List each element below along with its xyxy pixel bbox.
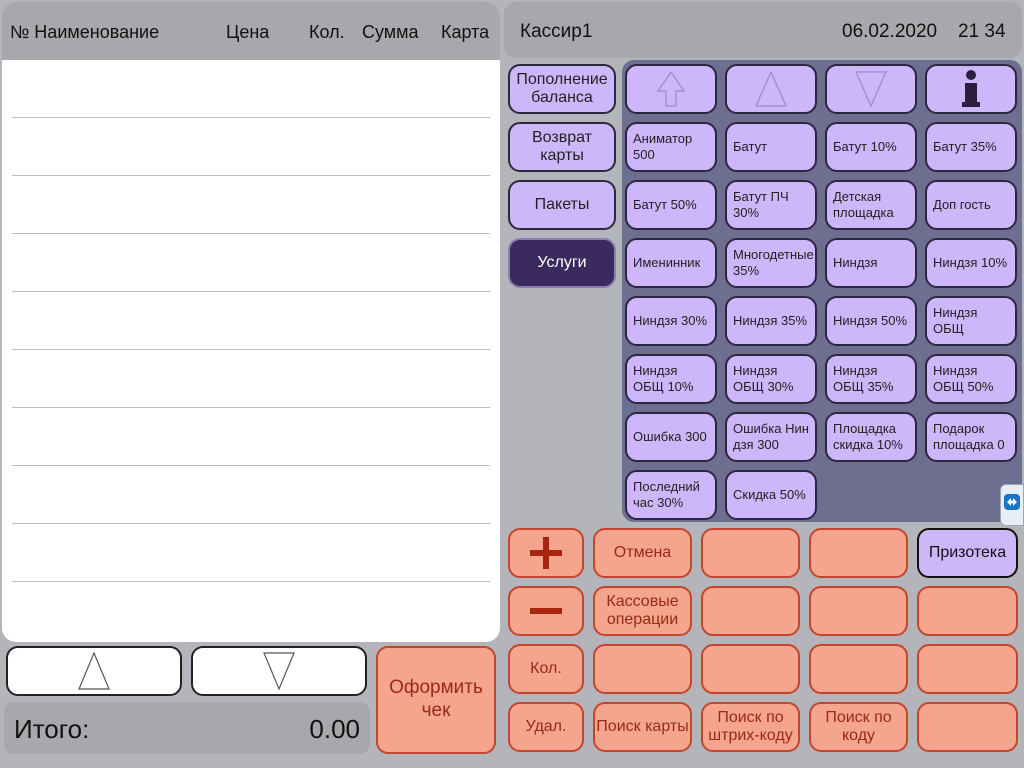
page-up-button[interactable] [725, 64, 817, 114]
service-button[interactable]: Аниматор 500 [625, 122, 717, 172]
empty-control-button[interactable] [593, 644, 692, 694]
teamviewer-icon [1004, 494, 1020, 510]
column-card: Карта [441, 22, 490, 42]
current-date: 06.02.2020 [842, 21, 938, 42]
table-row[interactable] [12, 582, 490, 640]
plus-icon [530, 537, 562, 569]
table-row[interactable] [12, 118, 490, 176]
empty-control-button[interactable] [809, 586, 908, 636]
service-button[interactable]: Ниндзя [825, 238, 917, 288]
search-card-button[interactable]: Поиск карты [593, 702, 692, 752]
service-button[interactable]: Ниндзя ОБЩ 10% [625, 354, 717, 404]
info-icon [962, 70, 980, 107]
service-button[interactable]: Доп гость [925, 180, 1017, 230]
receipt-scroll-down-button[interactable] [191, 646, 367, 696]
service-button[interactable]: Подарок площадка 0 [925, 412, 1017, 462]
service-button[interactable]: Детская площадка [825, 180, 917, 230]
service-button[interactable]: Ниндзя ОБЩ 30% [725, 354, 817, 404]
empty-control-button[interactable] [917, 644, 1018, 694]
arrow-up-icon [78, 651, 110, 690]
plus-button[interactable] [508, 528, 584, 578]
page-first-button[interactable] [625, 64, 717, 114]
table-row[interactable] [12, 176, 490, 234]
cashier-name: Кассир1 [520, 21, 593, 42]
table-row[interactable] [12, 234, 490, 292]
cancel-button[interactable]: Отмена [593, 528, 692, 578]
minus-button[interactable] [508, 586, 584, 636]
service-button[interactable]: Батут [725, 122, 817, 172]
empty-control-button[interactable] [701, 586, 800, 636]
column-number-name: № Наименование [10, 22, 160, 42]
category-card-return[interactable]: Возврат карты [508, 122, 616, 172]
receipt-table: № Наименование Цена Кол. Сумма Карта [2, 2, 500, 642]
service-button[interactable]: Ниндзя 10% [925, 238, 1017, 288]
service-button[interactable]: Ошибка Нин дзя 300 [725, 412, 817, 462]
empty-control-button[interactable] [917, 702, 1018, 752]
table-row[interactable] [12, 466, 490, 524]
empty-control-button[interactable] [917, 586, 1018, 636]
minus-icon [530, 608, 562, 614]
search-barcode-button[interactable]: Поиск по штрих-коду [701, 702, 800, 752]
service-button[interactable]: Ниндзя ОБЩ [925, 296, 1017, 346]
delete-button[interactable]: Удал. [508, 702, 584, 752]
service-button[interactable]: Батут 10% [825, 122, 917, 172]
service-button[interactable]: Последний час 30% [625, 470, 717, 520]
prize-store-button[interactable]: Призотека [917, 528, 1018, 578]
service-button[interactable]: Ниндзя 50% [825, 296, 917, 346]
table-row[interactable] [12, 350, 490, 408]
service-button[interactable]: Ниндзя ОБЩ 35% [825, 354, 917, 404]
service-button[interactable]: Ниндзя 30% [625, 296, 717, 346]
service-button[interactable]: Многодетные 35% [725, 238, 817, 288]
empty-control-button[interactable] [701, 644, 800, 694]
table-row[interactable] [12, 408, 490, 466]
service-button[interactable]: Батут 35% [925, 122, 1017, 172]
empty-control-button[interactable] [701, 528, 800, 578]
category-balance-topup[interactable]: Пополнение баланса [508, 64, 616, 114]
arrow-down-icon [855, 71, 887, 108]
total-value: 0.00 [309, 714, 360, 744]
current-time: 21 34 [958, 21, 1006, 42]
empty-control-button[interactable] [809, 528, 908, 578]
service-button[interactable]: Ниндзя ОБЩ 50% [925, 354, 1017, 404]
service-button[interactable]: Батут ПЧ 30% [725, 180, 817, 230]
checkout-button[interactable]: Оформить чек [376, 646, 496, 754]
total-label: Итого: [14, 714, 90, 744]
column-price: Цена [226, 22, 270, 42]
category-packages[interactable]: Пакеты [508, 180, 616, 230]
column-sum: Сумма [362, 22, 419, 42]
page-down-button[interactable] [825, 64, 917, 114]
table-row[interactable] [12, 524, 490, 582]
arrow-up-icon [755, 70, 787, 107]
service-button[interactable]: Ниндзя 35% [725, 296, 817, 346]
status-bar: Кассир1 06.02.2020 21 34 [504, 2, 1022, 58]
teamviewer-tab[interactable] [1000, 484, 1024, 526]
info-button[interactable] [925, 64, 1017, 114]
arrow-up-first-icon [656, 70, 686, 107]
service-button[interactable]: Ошибка 300 [625, 412, 717, 462]
receipt-rows[interactable] [12, 60, 490, 642]
table-row[interactable] [12, 292, 490, 350]
total-bar: Итого: 0.00 [4, 702, 370, 754]
column-qty: Кол. [309, 22, 345, 42]
receipt-header: № Наименование Цена Кол. Сумма Карта [2, 2, 500, 60]
table-row[interactable] [12, 60, 490, 118]
category-services[interactable]: Услуги [508, 238, 616, 288]
empty-control-button[interactable] [809, 644, 908, 694]
cash-operations-button[interactable]: Кассовые операции [593, 586, 692, 636]
arrow-down-icon [263, 652, 295, 691]
service-button[interactable]: Именинник [625, 238, 717, 288]
search-code-button[interactable]: Поиск по коду [809, 702, 908, 752]
receipt-scroll-up-button[interactable] [6, 646, 182, 696]
service-button[interactable]: Площадка скидка 10% [825, 412, 917, 462]
service-button[interactable]: Скидка 50% [725, 470, 817, 520]
service-button[interactable]: Батут 50% [625, 180, 717, 230]
quantity-button[interactable]: Кол. [508, 644, 584, 694]
